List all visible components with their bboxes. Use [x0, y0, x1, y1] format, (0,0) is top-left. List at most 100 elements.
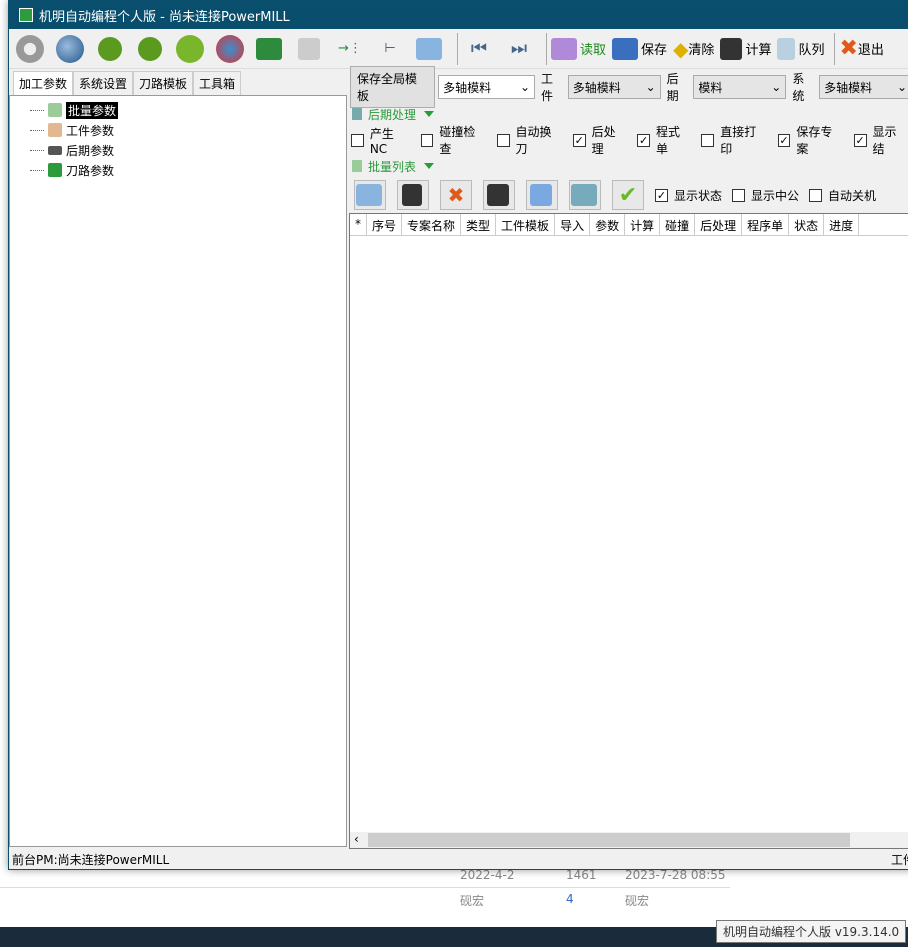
- checkbox-label: 程式单: [655, 125, 680, 156]
- toolpath-icon: [48, 163, 62, 177]
- checkbox-batch_options-1[interactable]: 显示中公: [732, 187, 799, 204]
- import-button[interactable]: →⋮: [333, 32, 367, 66]
- checkbox-options-6[interactable]: ✓ 保存专案: [777, 123, 844, 157]
- checkbox-box[interactable]: ✓: [637, 133, 650, 147]
- chip-button[interactable]: [173, 32, 207, 66]
- checkbox-options-4[interactable]: ✓ 程式单: [637, 123, 691, 157]
- column-header[interactable]: 类型: [461, 214, 497, 235]
- checkbox-box[interactable]: [732, 188, 746, 202]
- compute-button[interactable]: 计算: [720, 32, 771, 66]
- tab-system-settings[interactable]: 系统设置: [73, 71, 134, 95]
- system-label: 系统: [792, 72, 805, 103]
- post-select[interactable]: 模料 ⌄: [693, 75, 787, 99]
- left-tabs: 加工参数 系统设置 刀路模板 工具箱: [9, 71, 347, 95]
- save-button[interactable]: [397, 180, 429, 210]
- column-header[interactable]: 工件模板: [496, 214, 556, 235]
- tree-icon: ⊢: [384, 41, 396, 56]
- clear-button[interactable]: ◆ 清除: [673, 32, 714, 66]
- checkbox-box[interactable]: ✓: [777, 133, 791, 147]
- column-header[interactable]: 状态: [789, 214, 825, 235]
- checkbox-options-1[interactable]: 碰撞检查: [420, 123, 487, 157]
- app-icon: [19, 8, 33, 22]
- excel-button[interactable]: [253, 32, 287, 66]
- column-header[interactable]: 后处理: [695, 214, 743, 235]
- column-header[interactable]: 程序单: [742, 214, 790, 235]
- right-panel: 保存全局模板 多轴模料 ⌄ 工件 多轴模料 ⌄ 后期 模料 ⌄ 系统 多轴模料 ⌄ 后期…: [348, 66, 908, 849]
- settings-button[interactable]: [13, 32, 47, 66]
- workpiece-select[interactable]: 多轴模料 ⌄: [567, 75, 661, 99]
- column-header[interactable]: *: [350, 214, 367, 235]
- add-icon: [98, 36, 122, 61]
- checkbox-box[interactable]: ✓: [572, 133, 586, 147]
- save-global-template-button[interactable]: 保存全局模板: [350, 66, 436, 108]
- checkbox-box[interactable]: [701, 133, 715, 147]
- floppy-icon: [401, 184, 422, 206]
- column-header[interactable]: 导入: [555, 214, 591, 235]
- column-header[interactable]: 专案名称: [402, 214, 462, 235]
- column-header[interactable]: 碰撞: [660, 214, 696, 235]
- tree-item-workpiece[interactable]: 工件参数: [30, 120, 346, 140]
- save-button[interactable]: 保存: [612, 32, 667, 66]
- open-button[interactable]: [354, 180, 386, 210]
- column-header[interactable]: 参数: [590, 214, 626, 235]
- exit-button[interactable]: ✖ 退出: [839, 32, 883, 66]
- tab-toolbox[interactable]: 工具箱: [193, 71, 242, 95]
- checkbox-box[interactable]: [809, 188, 823, 202]
- first-icon: ⏮: [470, 38, 488, 59]
- add-button-2[interactable]: [133, 32, 167, 66]
- checkbox-options-0[interactable]: 产生NC: [351, 125, 411, 156]
- bg-num[interactable]: 4: [566, 892, 574, 906]
- chart-button[interactable]: [526, 180, 558, 210]
- tree-item-toolpath[interactable]: 刀路参数: [30, 160, 346, 180]
- checkbox-box[interactable]: [351, 133, 364, 147]
- tree-button[interactable]: ⊢: [373, 32, 407, 66]
- expand-icon: [424, 163, 435, 169]
- column-header[interactable]: 计算: [625, 214, 661, 235]
- batch-section-header[interactable]: 批量列表: [348, 155, 908, 177]
- checkbox-options-3[interactable]: ✓ 后处理: [572, 123, 627, 157]
- tree-item-post[interactable]: 后期参数: [30, 140, 346, 160]
- checkbox-options-7[interactable]: ✓ 显示结: [853, 123, 908, 157]
- system-select[interactable]: 多轴模料 ⌄: [819, 75, 908, 99]
- column-header[interactable]: 序号: [367, 214, 403, 235]
- checkbox-options-2[interactable]: 自动换刀: [496, 123, 563, 157]
- read-button[interactable]: 读取: [551, 32, 606, 66]
- web-button[interactable]: [213, 32, 247, 66]
- export-button[interactable]: [569, 180, 601, 210]
- chevron-down-icon: ⌄: [896, 80, 908, 94]
- check-icon: ✔: [618, 182, 638, 208]
- clear-label: 清除: [688, 43, 715, 58]
- last-button[interactable]: ⏭: [502, 32, 536, 66]
- column-header[interactable]: 进度: [824, 214, 860, 235]
- tab-toolpath-templates[interactable]: 刀路模板: [133, 71, 194, 95]
- globe-icon: [56, 34, 84, 63]
- queue-button[interactable]: 队列: [777, 32, 824, 66]
- delete-button[interactable]: ✖: [440, 180, 472, 210]
- template-select[interactable]: 多轴模料 ⌄: [438, 75, 535, 99]
- table-header: * 序号 专案名称 类型 工件模板 导入 参数 计算 碰撞 后处理 程序单 状态 进度: [350, 214, 908, 236]
- tree-item-batch[interactable]: 批量参数: [30, 100, 346, 120]
- tab-machining-params[interactable]: 加工参数: [13, 71, 74, 95]
- checkbox-box[interactable]: [496, 133, 510, 147]
- scroll-thumb[interactable]: [368, 833, 850, 847]
- add-button-1[interactable]: [93, 32, 127, 66]
- confirm-button[interactable]: ✔: [612, 180, 644, 210]
- wrench-button[interactable]: [293, 32, 327, 66]
- checkbox-options-5[interactable]: 直接打印: [701, 123, 767, 157]
- first-button[interactable]: ⏮: [462, 32, 496, 66]
- toolbar: →⋮ ⊢ ⏮ ⏭ 读取 保存 ◆ 清除 计算 队列 ✖ 退出: [9, 29, 908, 69]
- monitor-icon: [486, 184, 509, 206]
- checkbox-box[interactable]: ✓: [655, 188, 668, 202]
- globe-button[interactable]: [53, 32, 87, 66]
- left-panel: 加工参数 系统设置 刀路模板 工具箱 批量参数 工件参数 后期参数 刀路参数: [9, 71, 347, 847]
- save-label: 保存: [641, 43, 668, 58]
- horizontal-scrollbar[interactable]: ‹: [350, 832, 908, 848]
- checkbox-box[interactable]: ✓: [853, 133, 867, 147]
- folder-button[interactable]: [413, 32, 447, 66]
- checkbox-batch_options-2[interactable]: 自动关机: [809, 187, 876, 204]
- checkbox-box[interactable]: [420, 133, 434, 147]
- checkbox-batch_options-0[interactable]: ✓ 显示状态: [655, 187, 722, 204]
- compute-button[interactable]: [483, 180, 515, 210]
- chevron-left-icon[interactable]: ‹: [354, 832, 359, 846]
- import-icon: →⋮: [338, 41, 362, 56]
